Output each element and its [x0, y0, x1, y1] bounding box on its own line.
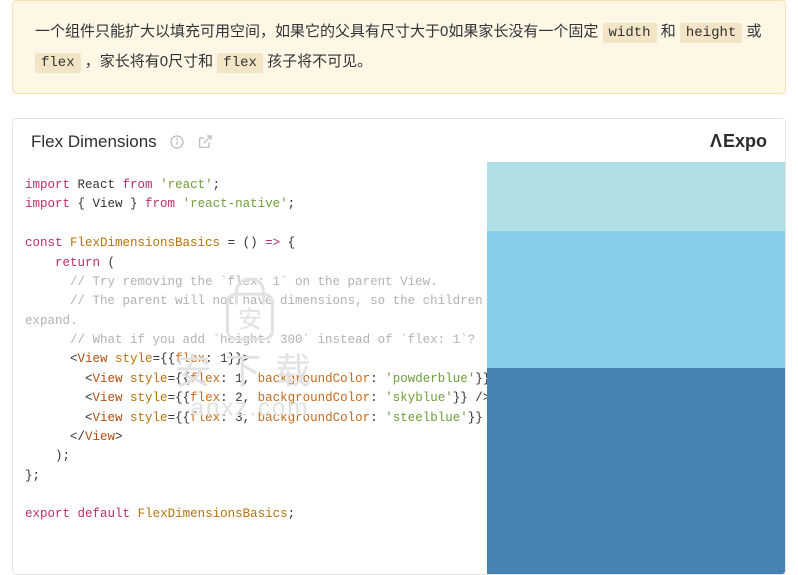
preview-box-skyblue [487, 231, 785, 368]
info-icon[interactable] [169, 134, 185, 150]
panel-header: Flex Dimensions Λ Expo [13, 119, 785, 162]
inline-code-flex: flex [35, 53, 81, 73]
preview-box-powderblue [487, 162, 785, 231]
inline-code-height: height [680, 23, 742, 43]
inline-code-flex-2: flex [217, 53, 263, 73]
code-content: import React from 'react'; import { View… [25, 176, 475, 525]
panel-title: Flex Dimensions [31, 132, 157, 152]
preview-pane [487, 162, 785, 574]
inline-code-width: width [603, 23, 657, 43]
external-link-icon[interactable] [197, 134, 213, 150]
code-editor[interactable]: 安 安下载 anxz.com import React from 'react'… [13, 162, 487, 574]
preview-box-steelblue [487, 368, 785, 574]
note-callout: 一个组件只能扩大以填充可用空间，如果它的父具有尺寸大于0如果家长没有一个固定 w… [12, 0, 786, 94]
panel-body: 安 安下载 anxz.com import React from 'react'… [13, 162, 785, 574]
expo-brand[interactable]: Λ Expo [710, 131, 767, 152]
callout-text: 一个组件只能扩大以填充可用空间，如果它的父具有尺寸大于0如果家长没有一个固定 [35, 23, 603, 40]
chevron-up-icon: Λ [710, 131, 719, 152]
code-example-panel: Flex Dimensions Λ Expo 安 安下载 anxz.com im… [12, 118, 786, 575]
